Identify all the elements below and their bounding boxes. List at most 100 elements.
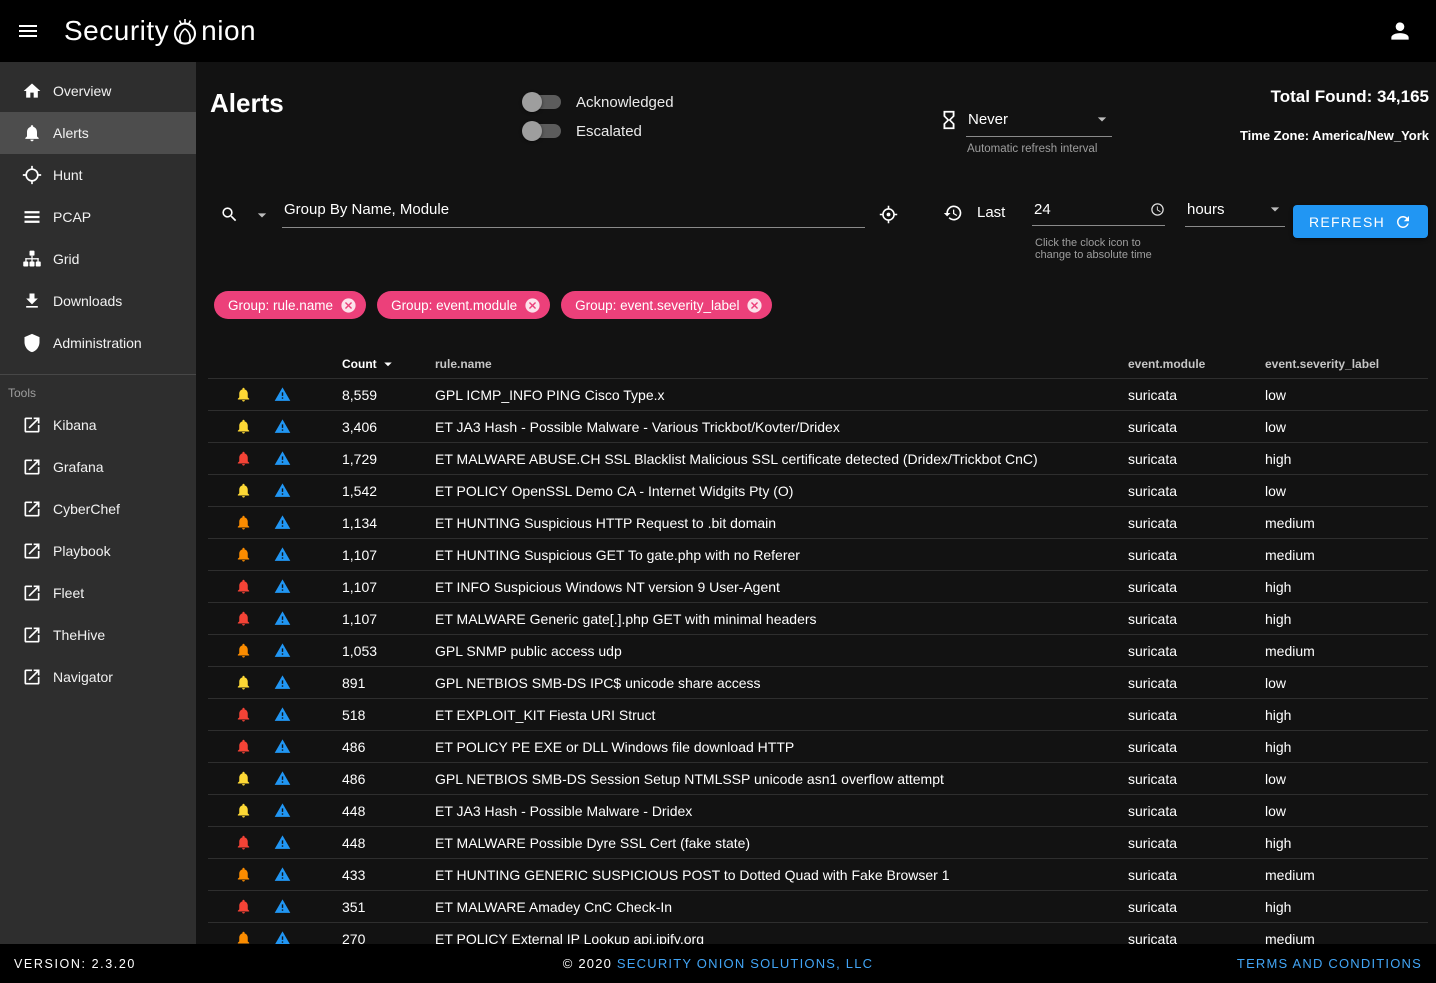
alert-rule-name[interactable]: ET JA3 Hash - Possible Malware - Various… [435, 419, 1128, 435]
alert-severity-label[interactable]: high [1265, 739, 1428, 755]
alert-event-module[interactable]: suricata [1128, 867, 1265, 883]
column-header-rule-name[interactable]: rule.name [435, 357, 1128, 371]
alert-count[interactable]: 8,559 [302, 387, 435, 403]
acknowledge-bell-icon[interactable] [235, 674, 252, 691]
sidebar-tool-item[interactable]: Navigator [0, 656, 196, 698]
alert-event-module[interactable]: suricata [1128, 579, 1265, 595]
sidebar-tool-item[interactable]: Playbook [0, 530, 196, 572]
search-icon[interactable] [220, 205, 239, 224]
alert-info-icon[interactable] [274, 450, 291, 467]
acknowledge-bell-icon[interactable] [235, 578, 252, 595]
alert-event-module[interactable]: suricata [1128, 931, 1265, 945]
acknowledge-bell-icon[interactable] [235, 738, 252, 755]
alert-rule-name[interactable]: ET HUNTING GENERIC SUSPICIOUS POST to Do… [435, 867, 1128, 883]
time-value-input[interactable] [1034, 201, 1150, 218]
alert-severity-label[interactable]: medium [1265, 931, 1428, 945]
alert-info-icon[interactable] [274, 930, 291, 944]
alert-event-module[interactable]: suricata [1128, 515, 1265, 531]
alert-severity-label[interactable]: low [1265, 483, 1428, 499]
alert-count[interactable]: 486 [302, 739, 435, 755]
alert-severity-label[interactable]: low [1265, 419, 1428, 435]
alert-rule-name[interactable]: GPL NETBIOS SMB-DS IPC$ unicode share ac… [435, 675, 1128, 691]
alert-count[interactable]: 448 [302, 803, 435, 819]
acknowledge-bell-icon[interactable] [235, 930, 252, 944]
sidebar-tool-item[interactable]: TheHive [0, 614, 196, 656]
alert-count[interactable]: 1,107 [302, 611, 435, 627]
alert-severity-label[interactable]: high [1265, 579, 1428, 595]
hamburger-menu-icon[interactable] [4, 7, 52, 55]
alert-event-module[interactable]: suricata [1128, 835, 1265, 851]
alert-rule-name[interactable]: ET POLICY OpenSSL Demo CA - Internet Wid… [435, 483, 1128, 499]
alert-info-icon[interactable] [274, 578, 291, 595]
alert-info-icon[interactable] [274, 386, 291, 403]
sidebar-tool-item[interactable]: Grafana [0, 446, 196, 488]
toggle-switch[interactable] [524, 121, 562, 141]
sidebar-item-administration[interactable]: Administration [0, 322, 196, 364]
refresh-interval-select[interactable]: Never [966, 108, 1112, 137]
alert-rule-name[interactable]: GPL SNMP public access udp [435, 643, 1128, 659]
acknowledge-bell-icon[interactable] [235, 610, 252, 627]
alert-event-module[interactable]: suricata [1128, 803, 1265, 819]
chip-close-icon[interactable] [524, 297, 541, 314]
acknowledged-toggle[interactable]: Acknowledged [524, 88, 674, 116]
acknowledge-bell-icon[interactable] [235, 450, 252, 467]
alert-event-module[interactable]: suricata [1128, 451, 1265, 467]
acknowledge-bell-icon[interactable] [235, 418, 252, 435]
sidebar-item-downloads[interactable]: Downloads [0, 280, 196, 322]
alert-severity-label[interactable]: low [1265, 387, 1428, 403]
alert-severity-label[interactable]: low [1265, 771, 1428, 787]
acknowledge-bell-icon[interactable] [235, 866, 252, 883]
sort-descending-icon[interactable] [379, 355, 397, 373]
alert-event-module[interactable]: suricata [1128, 611, 1265, 627]
sidebar-tool-item[interactable]: Kibana [0, 404, 196, 446]
alert-severity-label[interactable]: high [1265, 835, 1428, 851]
alert-info-icon[interactable] [274, 898, 291, 915]
alert-event-module[interactable]: suricata [1128, 483, 1265, 499]
alert-event-module[interactable]: suricata [1128, 739, 1265, 755]
sidebar-item-pcap[interactable]: PCAP [0, 196, 196, 238]
clock-icon[interactable] [1150, 202, 1165, 217]
alert-rule-name[interactable]: GPL NETBIOS SMB-DS Session Setup NTMLSSP… [435, 771, 1128, 787]
alert-severity-label[interactable]: medium [1265, 515, 1428, 531]
alert-count[interactable]: 1,134 [302, 515, 435, 531]
alert-rule-name[interactable]: ET INFO Suspicious Windows NT version 9 … [435, 579, 1128, 595]
alert-rule-name[interactable]: ET POLICY External IP Lookup api.ipify.o… [435, 931, 1128, 945]
alert-info-icon[interactable] [274, 802, 291, 819]
acknowledge-bell-icon[interactable] [235, 386, 252, 403]
solutions-link[interactable]: SECURITY ONION SOLUTIONS, LLC [617, 956, 873, 971]
terms-and-conditions-link[interactable]: TERMS AND CONDITIONS [1237, 956, 1436, 971]
alert-info-icon[interactable] [274, 674, 291, 691]
alert-event-module[interactable]: suricata [1128, 771, 1265, 787]
alert-info-icon[interactable] [274, 642, 291, 659]
alert-severity-label[interactable]: low [1265, 803, 1428, 819]
acknowledge-bell-icon[interactable] [235, 642, 252, 659]
query-dropdown-chevron-icon[interactable] [252, 205, 272, 225]
alert-event-module[interactable]: suricata [1128, 675, 1265, 691]
user-account-icon[interactable] [1380, 11, 1420, 51]
alert-rule-name[interactable]: ET MALWARE Amadey CnC Check-In [435, 899, 1128, 915]
alert-event-module[interactable]: suricata [1128, 899, 1265, 915]
alert-info-icon[interactable] [274, 706, 291, 723]
alert-info-icon[interactable] [274, 546, 291, 563]
alert-rule-name[interactable]: ET MALWARE Possible Dyre SSL Cert (fake … [435, 835, 1128, 851]
alert-info-icon[interactable] [274, 834, 291, 851]
acknowledge-bell-icon[interactable] [235, 546, 252, 563]
alert-rule-name[interactable]: GPL ICMP_INFO PING Cisco Type.x [435, 387, 1128, 403]
alert-severity-label[interactable]: medium [1265, 547, 1428, 563]
alert-event-module[interactable]: suricata [1128, 419, 1265, 435]
sidebar-item-hunt[interactable]: Hunt [0, 154, 196, 196]
alert-count[interactable]: 351 [302, 899, 435, 915]
alert-event-module[interactable]: suricata [1128, 547, 1265, 563]
alert-count[interactable]: 1,107 [302, 579, 435, 595]
alert-rule-name[interactable]: ET JA3 Hash - Possible Malware - Dridex [435, 803, 1128, 819]
acknowledge-bell-icon[interactable] [235, 706, 252, 723]
alert-rule-name[interactable]: ET MALWARE ABUSE.CH SSL Blacklist Malici… [435, 451, 1128, 467]
alert-count[interactable]: 3,406 [302, 419, 435, 435]
chip-close-icon[interactable] [746, 297, 763, 314]
sidebar-item-grid[interactable]: Grid [0, 238, 196, 280]
refresh-button[interactable]: REFRESH [1293, 205, 1428, 238]
alert-count[interactable]: 486 [302, 771, 435, 787]
alert-severity-label[interactable]: medium [1265, 867, 1428, 883]
column-header-severity[interactable]: event.severity_label [1265, 357, 1428, 371]
alert-count[interactable]: 1,729 [302, 451, 435, 467]
